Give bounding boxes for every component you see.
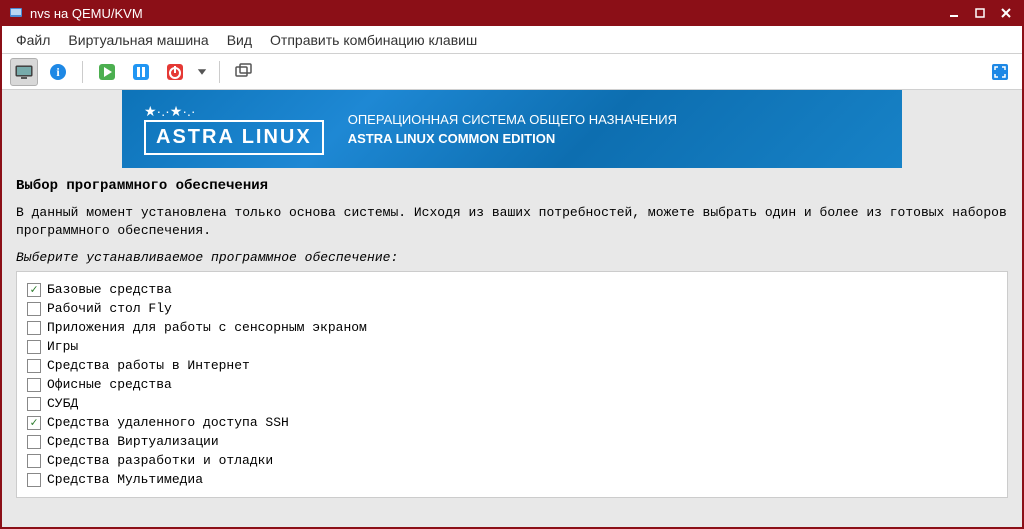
vm-display[interactable]: ★·.·★·.· ASTRA LINUX ОПЕРАЦИОННАЯ СИСТЕМ… <box>2 90 1022 527</box>
software-item[interactable]: Средства Мультимедиа <box>17 470 1007 489</box>
software-item[interactable]: Средства разработки и отладки <box>17 451 1007 470</box>
toolbar-separator <box>219 61 220 83</box>
minimize-button[interactable] <box>944 4 964 22</box>
fullscreen-button[interactable] <box>986 58 1014 86</box>
console-button[interactable] <box>10 58 38 86</box>
software-label[interactable]: Игры <box>47 339 78 354</box>
checkbox[interactable] <box>27 416 41 430</box>
software-item[interactable]: Средства удаленного доступа SSH <box>17 413 1007 432</box>
star-icon: ★·.·★·.· <box>144 103 196 120</box>
window-controls <box>944 4 1016 22</box>
info-button[interactable]: i <box>44 58 72 86</box>
snapshot-button[interactable] <box>230 58 258 86</box>
toolbar-separator <box>82 61 83 83</box>
software-checklist: Базовые средства Рабочий стол Fly Приложен… <box>16 271 1008 498</box>
app-icon <box>8 5 24 21</box>
toolbar: i <box>2 54 1022 90</box>
titlebar: nvs на QEMU/KVM <box>2 0 1022 26</box>
pause-button[interactable] <box>127 58 155 86</box>
checkbox[interactable] <box>27 302 41 316</box>
power-button[interactable] <box>161 58 189 86</box>
software-item[interactable]: Офисные средства <box>17 375 1007 394</box>
astra-logo: ★·.·★·.· ASTRA LINUX <box>144 103 324 155</box>
banner-line1: ОПЕРАЦИОННАЯ СИСТЕМА ОБЩЕГО НАЗНАЧЕНИЯ <box>348 110 677 130</box>
software-item[interactable]: Средства работы в Интернет <box>17 356 1007 375</box>
close-button[interactable] <box>996 4 1016 22</box>
software-item[interactable]: Приложения для работы с сенсорным экрано… <box>17 318 1007 337</box>
software-item[interactable]: Базовые средства <box>17 280 1007 299</box>
maximize-button[interactable] <box>970 4 990 22</box>
software-label[interactable]: Средства разработки и отладки <box>47 453 273 468</box>
checkbox[interactable] <box>27 473 41 487</box>
menu-view[interactable]: Вид <box>219 28 260 52</box>
run-button[interactable] <box>93 58 121 86</box>
checkbox[interactable] <box>27 435 41 449</box>
power-dropdown[interactable] <box>195 58 209 86</box>
menu-send-key[interactable]: Отправить комбинацию клавиш <box>262 28 485 52</box>
software-label[interactable]: Средства удаленного доступа SSH <box>47 415 289 430</box>
menu-file[interactable]: Файл <box>8 28 58 52</box>
section-title: Выбор программного обеспечения <box>2 168 1022 198</box>
banner-line2: ASTRA LINUX COMMON EDITION <box>348 129 677 149</box>
software-label[interactable]: СУБД <box>47 396 78 411</box>
checkbox[interactable] <box>27 378 41 392</box>
checkbox[interactable] <box>27 397 41 411</box>
logo-text: ASTRA LINUX <box>144 120 324 155</box>
menubar: Файл Виртуальная машина Вид Отправить ко… <box>2 26 1022 54</box>
checkbox[interactable] <box>27 359 41 373</box>
software-item[interactable]: СУБД <box>17 394 1007 413</box>
os-banner: ★·.·★·.· ASTRA LINUX ОПЕРАЦИОННАЯ СИСТЕМ… <box>122 90 902 168</box>
software-label[interactable]: Средства работы в Интернет <box>47 358 250 373</box>
software-item[interactable]: Рабочий стол Fly <box>17 299 1007 318</box>
window-title: nvs на QEMU/KVM <box>30 6 944 21</box>
checkbox[interactable] <box>27 340 41 354</box>
banner-text: ОПЕРАЦИОННАЯ СИСТЕМА ОБЩЕГО НАЗНАЧЕНИЯ A… <box>348 110 677 149</box>
software-label[interactable]: Базовые средства <box>47 282 172 297</box>
menu-vm[interactable]: Виртуальная машина <box>60 28 216 52</box>
software-label[interactable]: Офисные средства <box>47 377 172 392</box>
section-description: В данный момент установлена только основ… <box>2 198 1022 250</box>
checkbox[interactable] <box>27 321 41 335</box>
software-label[interactable]: Средства Мультимедиа <box>47 472 203 487</box>
checkbox[interactable] <box>27 454 41 468</box>
software-item[interactable]: Средства Виртуализации <box>17 432 1007 451</box>
list-header: Выберите устанавливаемое программное обе… <box>2 250 1022 271</box>
vm-window: nvs на QEMU/KVM Файл Виртуальная машина … <box>0 0 1024 529</box>
software-item[interactable]: Игры <box>17 337 1007 356</box>
checkbox[interactable] <box>27 283 41 297</box>
software-label[interactable]: Рабочий стол Fly <box>47 301 172 316</box>
software-label[interactable]: Средства Виртуализации <box>47 434 219 449</box>
software-label[interactable]: Приложения для работы с сенсорным экрано… <box>47 320 367 335</box>
